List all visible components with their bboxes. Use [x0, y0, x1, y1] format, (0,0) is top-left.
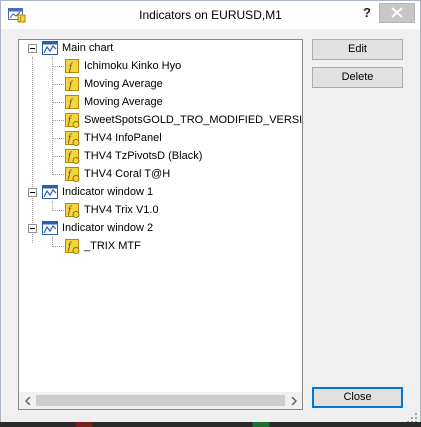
tree-line	[53, 156, 64, 157]
chevron-left-icon	[24, 396, 31, 405]
custom-function-icon: f	[65, 149, 80, 164]
scrollbar-thumb[interactable]	[36, 395, 285, 406]
tree-line	[53, 138, 64, 139]
chart-window-icon	[42, 185, 58, 199]
dialog-body: Main chart f Ichimoku Kinko Hyo f Moving…	[1, 29, 420, 426]
chevron-right-icon	[290, 396, 297, 405]
function-icon: f	[65, 95, 79, 109]
tree-node-label: _TRIX MTF	[84, 240, 141, 252]
function-icon: f	[65, 77, 79, 91]
tree-node-label: Moving Average	[84, 96, 163, 108]
tree-node-label: SweetSpotsGOLD_TRO_MODIFIED_VERSION	[84, 114, 303, 126]
tree-node-indicator[interactable]: f THV4 Coral T@H	[64, 166, 170, 183]
background-chart-strip	[0, 422, 421, 427]
tree-node-indicator-window-1[interactable]: Indicator window 1	[42, 184, 153, 201]
tree-line	[53, 84, 64, 85]
indicators-dialog: f Indicators on EURUSD,M1 ? Main chart f…	[0, 0, 421, 427]
collapse-toggle-indicator-window-1[interactable]	[28, 188, 37, 197]
close-button[interactable]: Close	[312, 387, 403, 408]
tree-line	[52, 57, 53, 175]
tree-node-label: Moving Average	[84, 78, 163, 90]
window-close-button[interactable]	[379, 3, 415, 23]
custom-function-icon: f	[65, 239, 80, 254]
tree-node-indicator[interactable]: f SweetSpotsGOLD_TRO_MODIFIED_VERSION	[64, 112, 303, 129]
tree-node-indicator[interactable]: f THV4 InfoPanel	[64, 130, 162, 147]
tree-node-label: THV4 TzPivotsD (Black)	[84, 150, 203, 162]
tree-node-label: THV4 Trix V1.0	[84, 204, 159, 216]
horizontal-scrollbar[interactable]	[19, 392, 302, 409]
tree-node-main-chart[interactable]: Main chart	[42, 40, 113, 57]
tree-node-label: THV4 InfoPanel	[84, 132, 162, 144]
tree-node-indicator[interactable]: f Ichimoku Kinko Hyo	[64, 58, 181, 75]
close-icon	[391, 7, 403, 18]
tree-line	[53, 246, 64, 247]
tree-line	[53, 66, 64, 67]
tree-line	[53, 174, 64, 175]
title-bar[interactable]: f Indicators on EURUSD,M1 ?	[1, 1, 420, 29]
custom-function-icon: f	[65, 113, 80, 128]
tree-node-label: Indicator window 1	[62, 186, 154, 198]
tree-node-label: Main chart	[62, 42, 114, 54]
collapse-toggle-indicator-window-2[interactable]	[28, 224, 37, 233]
custom-function-icon: f	[65, 131, 80, 146]
custom-function-icon: f	[65, 167, 80, 182]
tree-node-indicator-window-2[interactable]: Indicator window 2	[42, 220, 153, 237]
scroll-right-button[interactable]	[285, 392, 302, 409]
chart-window-icon	[42, 41, 58, 55]
help-button[interactable]: ?	[359, 3, 375, 23]
tree-node-label: Ichimoku Kinko Hyo	[84, 60, 182, 72]
tree-node-label: THV4 Coral T@H	[84, 168, 171, 180]
tree-node-indicator[interactable]: f Moving Average	[64, 76, 163, 93]
tree-line	[32, 57, 33, 243]
tree-node-label: Indicator window 2	[62, 222, 154, 234]
edit-button[interactable]: Edit	[312, 39, 403, 60]
tree-node-indicator[interactable]: f _TRIX MTF	[64, 238, 141, 255]
tree-node-indicator[interactable]: f Moving Average	[64, 94, 163, 111]
scroll-left-button[interactable]	[19, 392, 36, 409]
indicator-tree[interactable]: Main chart f Ichimoku Kinko Hyo f Moving…	[18, 39, 303, 410]
tree-line	[53, 120, 64, 121]
custom-function-icon: f	[65, 203, 80, 218]
function-icon: f	[65, 59, 79, 73]
tree-node-indicator[interactable]: f THV4 Trix V1.0	[64, 202, 159, 219]
collapse-toggle-main-chart[interactable]	[28, 44, 37, 53]
chart-window-icon	[42, 221, 58, 235]
window-title: Indicators on EURUSD,M1	[139, 8, 282, 22]
tree-line	[53, 210, 64, 211]
tree-node-indicator[interactable]: f THV4 TzPivotsD (Black)	[64, 148, 202, 165]
delete-button[interactable]: Delete	[312, 67, 403, 88]
tree-line	[53, 102, 64, 103]
